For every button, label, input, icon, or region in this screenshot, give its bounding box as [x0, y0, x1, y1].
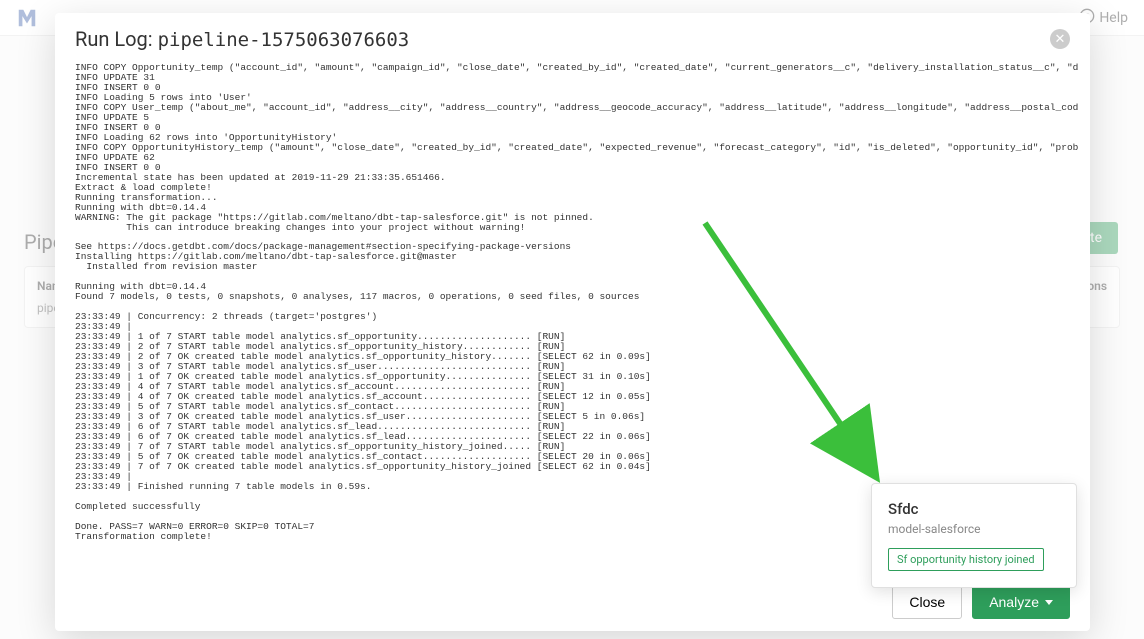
popover-item[interactable]: Sf opportunity history joined — [888, 548, 1044, 571]
chevron-down-icon — [1045, 600, 1053, 605]
modal-header: Run Log: pipeline-1575063076603 ✕ — [55, 13, 1090, 59]
analyze-button[interactable]: Analyze — [972, 585, 1070, 619]
pipeline-id: pipeline-1575063076603 — [158, 29, 410, 51]
modal-title-prefix: Run Log: — [75, 27, 158, 51]
close-button[interactable]: Close — [892, 585, 962, 619]
analyze-label: Analyze — [989, 594, 1039, 610]
analyze-popover: Sfdc model-salesforce Sf opportunity his… — [871, 483, 1077, 588]
close-icon[interactable]: ✕ — [1050, 29, 1070, 49]
popover-title: Sfdc — [888, 500, 1060, 518]
popover-subtitle: model-salesforce — [888, 522, 1060, 536]
modal-title: Run Log: pipeline-1575063076603 — [75, 27, 409, 51]
